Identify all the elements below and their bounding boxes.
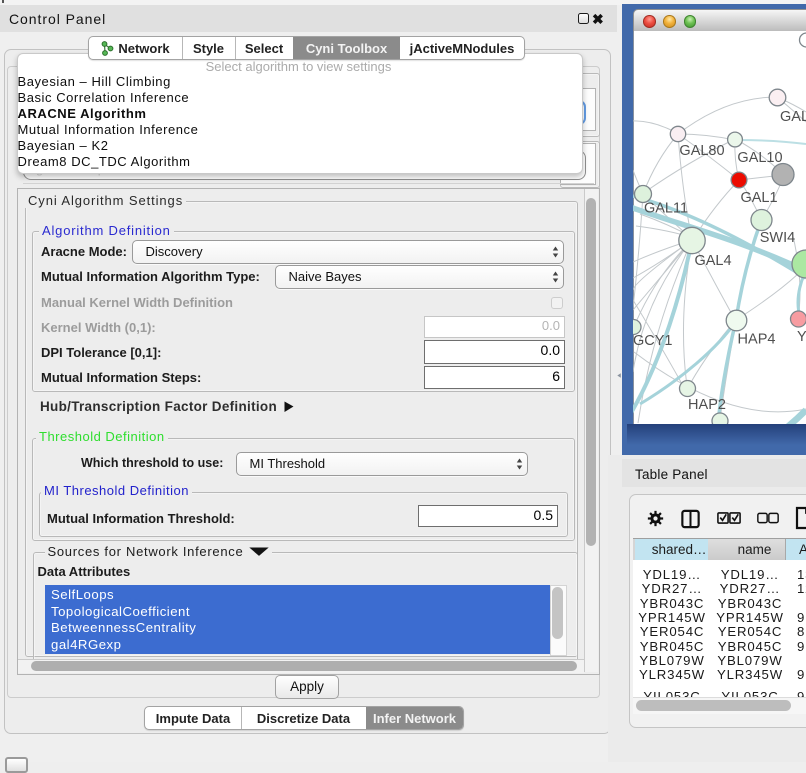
svg-text:GAL1: GAL1 — [740, 190, 777, 206]
svg-text:GCY1: GCY1 — [633, 333, 673, 349]
svg-text:HAP4: HAP4 — [738, 332, 776, 348]
svg-text:GAL4: GAL4 — [694, 253, 731, 269]
svg-text:GAL7: GAL7 — [780, 109, 806, 125]
svg-text:YEL: YEL — [797, 329, 806, 345]
svg-text:HAP2: HAP2 — [688, 397, 726, 413]
svg-text:GAL80: GAL80 — [679, 143, 724, 159]
svg-text:GAL10: GAL10 — [737, 150, 782, 166]
svg-text:SWI4: SWI4 — [760, 230, 795, 246]
svg-text:GAL11: GAL11 — [644, 201, 688, 217]
